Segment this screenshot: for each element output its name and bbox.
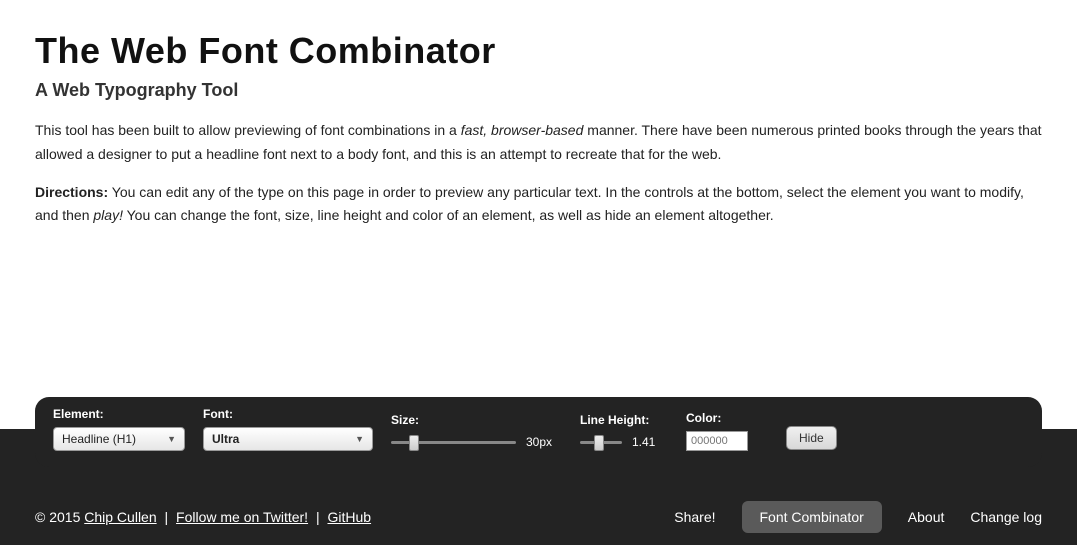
body2-post: You can change the font, size, line heig…	[123, 207, 774, 223]
nav-changelog[interactable]: Change log	[970, 509, 1042, 525]
controls-panel: Element: Headline (H1) ▼ Font: Ultra ▼ S…	[35, 397, 1042, 467]
lineheight-label: Line Height:	[580, 413, 668, 427]
element-select[interactable]: Headline (H1) ▼	[53, 427, 185, 451]
size-slider-thumb[interactable]	[409, 435, 419, 451]
page-headline[interactable]: The Web Font Combinator	[35, 30, 1042, 72]
copyright-text: © 2015	[35, 509, 84, 525]
page-subheadline[interactable]: A Web Typography Tool	[35, 80, 1042, 101]
color-input[interactable]	[686, 431, 748, 451]
body-paragraph-2[interactable]: Directions: You can edit any of the type…	[35, 181, 1042, 229]
github-link[interactable]: GitHub	[327, 509, 371, 525]
twitter-link[interactable]: Follow me on Twitter!	[176, 509, 308, 525]
chevron-down-icon: ▼	[167, 434, 176, 444]
body2-italic: play!	[93, 207, 123, 223]
color-label: Color:	[686, 411, 748, 425]
size-slider[interactable]	[391, 433, 516, 451]
lineheight-slider[interactable]	[580, 433, 622, 451]
hide-button[interactable]: Hide	[786, 426, 837, 450]
font-select[interactable]: Ultra ▼	[203, 427, 373, 451]
footer-sep-2: |	[312, 509, 323, 525]
font-select-value: Ultra	[212, 432, 239, 446]
lineheight-slider-thumb[interactable]	[594, 435, 604, 451]
element-select-value: Headline (H1)	[62, 432, 136, 446]
size-label: Size:	[391, 413, 562, 427]
author-link[interactable]: Chip Cullen	[84, 509, 156, 525]
lineheight-value: 1.41	[632, 435, 668, 449]
directions-label: Directions:	[35, 184, 108, 200]
nav-font-combinator[interactable]: Font Combinator	[742, 501, 882, 533]
font-label: Font:	[203, 407, 373, 421]
chevron-down-icon: ▼	[355, 434, 364, 444]
element-label: Element:	[53, 407, 185, 421]
footer-sep-1: |	[161, 509, 172, 525]
nav-share[interactable]: Share!	[674, 509, 715, 525]
size-value: 30px	[526, 435, 562, 449]
nav-about[interactable]: About	[908, 509, 945, 525]
footer-nav: Share! Font Combinator About Change log	[674, 501, 1042, 533]
body-paragraph-1[interactable]: This tool has been built to allow previe…	[35, 119, 1042, 167]
body1-pre: This tool has been built to allow previe…	[35, 122, 461, 138]
footer-left: © 2015 Chip Cullen | Follow me on Twitte…	[35, 509, 371, 525]
body1-italic: fast, browser-based	[461, 122, 584, 138]
